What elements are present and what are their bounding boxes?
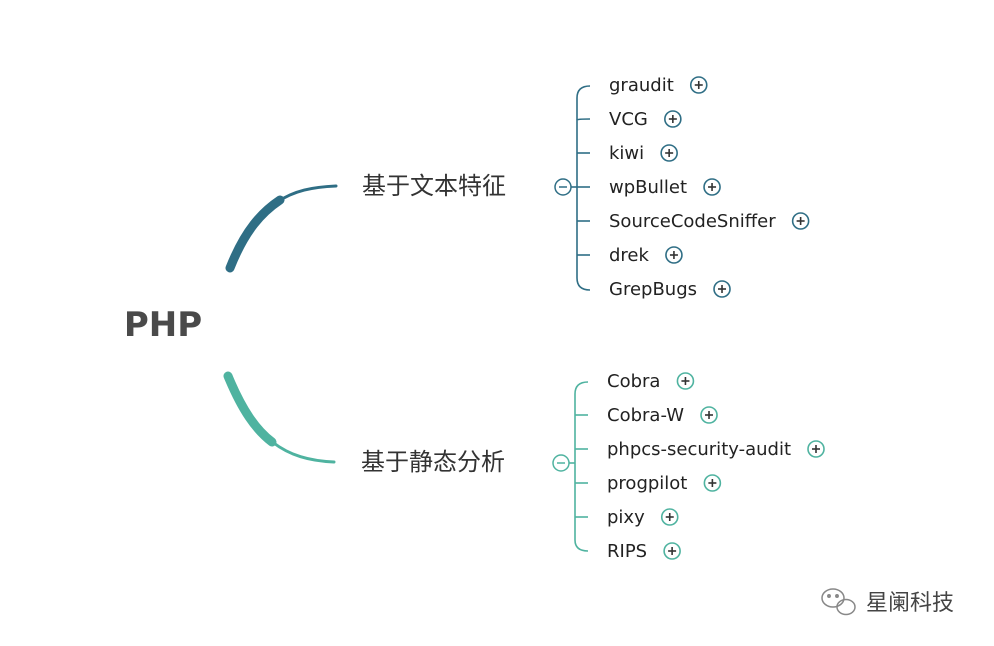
leaf-node[interactable]: Cobra xyxy=(607,371,660,392)
plus-circle-icon[interactable] xyxy=(703,178,721,196)
plus-circle-icon[interactable] xyxy=(703,474,722,492)
root-node-php[interactable]: PHP xyxy=(124,305,202,345)
leaf-node[interactable]: VCG xyxy=(609,109,648,130)
branch-connector-static xyxy=(226,374,336,464)
plus-circle-icon[interactable] xyxy=(660,508,679,526)
branch-node-text-features[interactable]: 基于文本特征 xyxy=(362,172,506,200)
branch-node-static-analysis[interactable]: 基于静态分析 xyxy=(361,448,505,476)
leaf-node[interactable]: graudit xyxy=(609,75,674,96)
leaf-node[interactable]: drek xyxy=(609,245,650,266)
leaf-node[interactable]: kiwi xyxy=(609,143,644,164)
plus-circle-icon[interactable] xyxy=(689,76,708,94)
minus-circle-icon[interactable] xyxy=(554,178,572,196)
plus-circle-icon[interactable] xyxy=(676,372,695,390)
plus-circle-icon[interactable] xyxy=(663,542,681,560)
leaf-group-static-analysis: Cobra Cobra-W phpcs-security-audit progpilo… xyxy=(607,371,825,562)
leaf-node[interactable]: RIPS xyxy=(607,541,647,562)
plus-circle-icon[interactable] xyxy=(791,212,810,230)
leaf-node[interactable]: phpcs-security-audit xyxy=(607,439,791,460)
plus-circle-icon[interactable] xyxy=(664,110,682,128)
leaf-group-text-features: graudit VCG kiwi wpBullet SourceCodeSniffer d… xyxy=(609,75,810,300)
wechat-icon xyxy=(821,588,856,616)
leaf-node[interactable]: GrepBugs xyxy=(609,279,697,300)
plus-circle-icon[interactable] xyxy=(665,246,683,264)
bracket-text-features xyxy=(571,85,591,291)
watermark-text: 星阑科技 xyxy=(866,591,954,616)
leaf-node[interactable]: Cobra-W xyxy=(607,405,684,426)
leaf-node[interactable]: pixy xyxy=(607,507,645,528)
branch-connector-static-thick xyxy=(223,371,277,447)
plus-circle-icon[interactable] xyxy=(807,440,825,458)
plus-circle-icon[interactable] xyxy=(660,144,678,162)
mindmap-canvas: PHP 基于文本特征 基于静态分析 graudit VCG kiwi wpBullet… xyxy=(124,75,954,616)
leaf-node[interactable]: wpBullet xyxy=(609,177,687,198)
leaf-node[interactable]: SourceCodeSniffer xyxy=(609,211,776,232)
bracket-static-analysis xyxy=(569,381,589,552)
minus-circle-icon[interactable] xyxy=(552,454,570,472)
leaf-node[interactable]: progpilot xyxy=(607,473,687,494)
watermark: 星阑科技 xyxy=(821,588,954,616)
plus-circle-icon[interactable] xyxy=(713,280,731,298)
plus-circle-icon[interactable] xyxy=(700,406,718,424)
branch-connector-text-thick xyxy=(225,195,285,273)
